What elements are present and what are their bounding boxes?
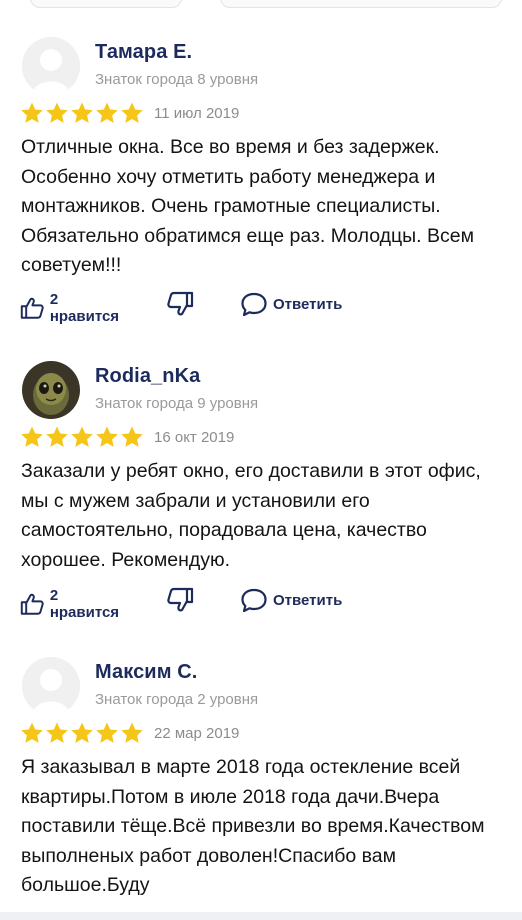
avatar[interactable]	[22, 361, 80, 419]
review-text: Я заказывал в марте 2018 года остекление…	[21, 756, 485, 896]
thumbs-up-icon	[20, 297, 44, 319]
thumbs-up-icon	[20, 593, 44, 615]
star-icon	[96, 722, 118, 743]
dislike-button[interactable]	[166, 291, 194, 317]
author-name[interactable]: Rodia_nKa	[95, 365, 200, 388]
reply-button[interactable]: Ответить	[240, 291, 342, 317]
reply-label: Ответить	[273, 591, 343, 609]
author-name[interactable]: Тамара Е.	[95, 41, 192, 64]
avatar[interactable]	[22, 37, 80, 95]
star-icon	[46, 722, 68, 743]
top-button-left[interactable]	[30, 0, 182, 8]
avatar[interactable]	[22, 657, 80, 715]
star-icon	[46, 426, 68, 447]
review-card: Максим С. Знаток города 2 уровня 22 мар …	[0, 657, 522, 907]
review-date: 11 июл 2019	[154, 105, 240, 122]
reply-label: Ответить	[273, 295, 343, 313]
star-icon	[46, 102, 68, 123]
author-level: Знаток города 9 уровня	[95, 395, 259, 412]
like-button[interactable]: 2 нравится	[20, 291, 122, 325]
comment-bubble-icon	[241, 588, 267, 613]
like-count: 2 нравится	[49, 291, 120, 325]
star-icon	[71, 102, 93, 123]
reply-button[interactable]: Ответить	[240, 587, 342, 613]
user-placeholder-icon	[22, 657, 80, 715]
review-date: 22 мар 2019	[154, 725, 240, 742]
star-icon	[21, 426, 43, 447]
rating-stars	[20, 721, 144, 745]
top-button-right[interactable]	[220, 0, 502, 8]
review-text: Отличные окна. Все во время и без задерж…	[21, 136, 475, 276]
user-placeholder-icon	[22, 37, 80, 95]
next-card-edge	[0, 912, 522, 920]
author-name[interactable]: Максим С.	[95, 661, 197, 684]
thumbs-down-icon	[167, 291, 194, 316]
alien-photo-avatar	[22, 361, 80, 419]
review-text: Заказали у ребят окно, его доставили в э…	[21, 460, 481, 571]
star-icon	[96, 102, 118, 123]
rating-stars	[20, 101, 144, 125]
review-card: Rodia_nKa Знаток города 9 уровня 16 окт …	[0, 361, 522, 641]
thumbs-down-icon	[167, 587, 194, 612]
dislike-button[interactable]	[166, 587, 194, 613]
star-icon	[96, 426, 118, 447]
like-button[interactable]: 2 нравится	[20, 587, 122, 621]
star-icon	[21, 102, 43, 123]
like-count: 2 нравится	[49, 587, 120, 621]
author-level: Знаток города 8 уровня	[95, 71, 259, 88]
comment-bubble-icon	[241, 292, 267, 317]
star-icon	[21, 722, 43, 743]
star-icon	[71, 722, 93, 743]
review-card: Тамара Е. Знаток города 8 уровня 11 июл …	[0, 37, 522, 337]
author-level: Знаток города 2 уровня	[95, 691, 259, 708]
review-date: 16 окт 2019	[154, 429, 235, 446]
star-icon	[121, 722, 143, 743]
rating-stars	[20, 425, 144, 449]
star-icon	[121, 426, 143, 447]
star-icon	[121, 102, 143, 123]
star-icon	[71, 426, 93, 447]
